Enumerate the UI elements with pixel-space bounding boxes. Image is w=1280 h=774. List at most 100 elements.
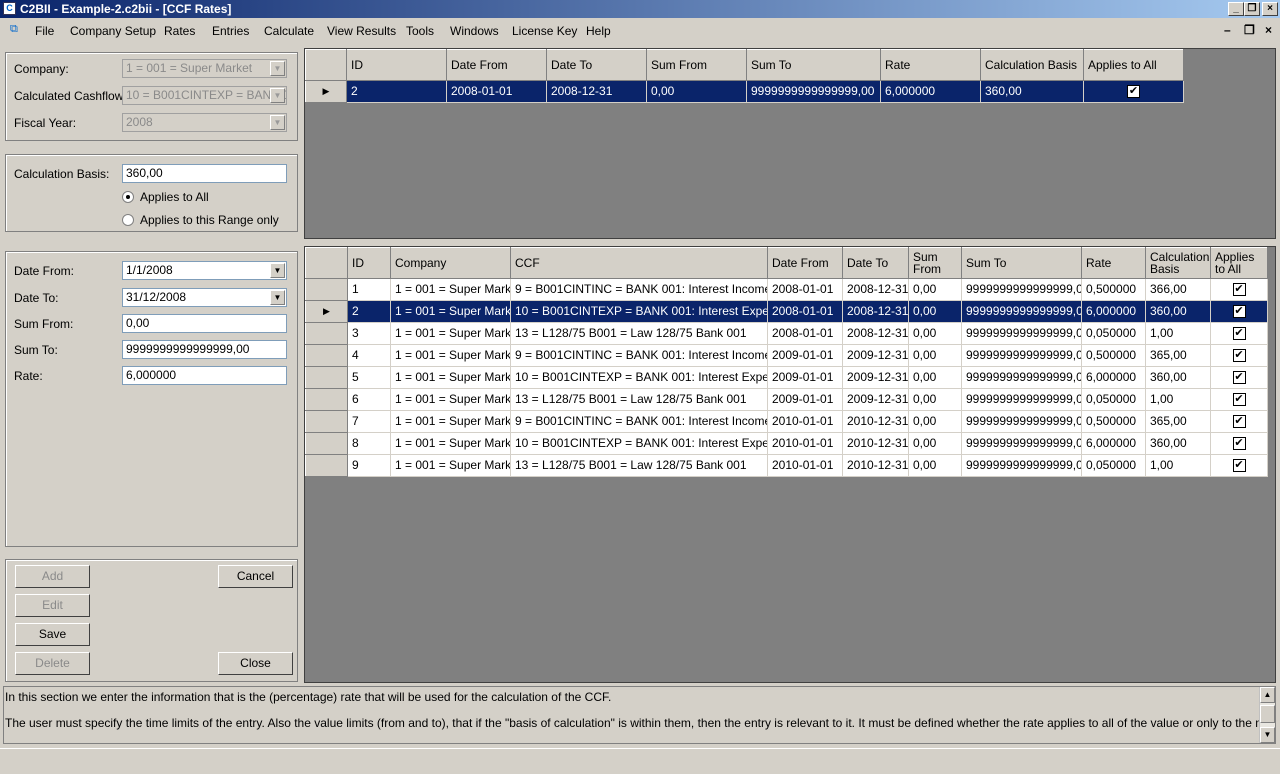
date-to-picker[interactable]: 31/12/2008 ▼ (122, 288, 287, 307)
cell-applies-to-all[interactable]: ✔ (1210, 344, 1268, 367)
cell-calculation-basis[interactable]: 366,00 (1145, 278, 1211, 301)
cell-calculation-basis[interactable]: 360,00 (1145, 366, 1211, 389)
checkbox[interactable]: ✔ (1232, 327, 1246, 341)
table-row[interactable]: 61 = 001 = Super Market 13 = L128/75 B001… (305, 388, 1268, 411)
help-scrollbar[interactable]: ▲ ▼ (1259, 687, 1275, 743)
cell-applies-to-all[interactable]: ✔ (1210, 278, 1268, 301)
row-header[interactable] (305, 344, 348, 367)
checkbox[interactable]: ✔ (1232, 349, 1246, 363)
cell-sum-from[interactable]: 0,00 (908, 300, 962, 323)
cell-date-to[interactable]: 2008-12-31 (546, 80, 647, 103)
mdi-close-icon[interactable]: × (1265, 23, 1272, 37)
table-row[interactable]: 31 = 001 = Super Market 13 = L128/75 B001… (305, 322, 1268, 345)
row-header[interactable] (305, 322, 348, 345)
cashflow-select[interactable]: 10 = B001CINTEXP = BANK 0 ▼ (122, 86, 287, 105)
cell-rate[interactable]: 6,000000 (1081, 300, 1146, 323)
cell-sum-from[interactable]: 0,00 (908, 432, 962, 455)
table-row[interactable]: ▶ 2 2008-01-01 2008-12-31 0,00 999999999… (305, 80, 1184, 103)
cell-rate[interactable]: 0,050000 (1081, 322, 1146, 345)
applies-to-range-label[interactable]: Applies to this Range only (140, 213, 279, 227)
row-header[interactable] (305, 432, 348, 455)
chevron-down-icon[interactable]: ▼ (270, 115, 285, 130)
cell-sum-from[interactable]: 0,00 (908, 322, 962, 345)
menu-rates[interactable]: Rates (164, 24, 195, 38)
cell-sum-from[interactable]: 0,00 (908, 410, 962, 433)
column-header-sum-from[interactable]: Sum From (908, 247, 962, 279)
column-header-date-from[interactable]: Date From (446, 49, 547, 81)
cell-calculation-basis[interactable]: 365,00 (1145, 410, 1211, 433)
cell-sum-from[interactable]: 0,00 (908, 366, 962, 389)
chevron-down-icon[interactable]: ▼ (270, 61, 285, 76)
column-header-date-to[interactable]: Date To (546, 49, 647, 81)
menu-file[interactable]: File (35, 24, 54, 38)
checkbox[interactable]: ✔ (1232, 459, 1246, 473)
column-header-sum-to[interactable]: Sum To (746, 49, 881, 81)
cell-rate[interactable]: 0,500000 (1081, 344, 1146, 367)
minimize-icon[interactable]: _ (1228, 2, 1244, 16)
table-row[interactable]: 71 = 001 = Super Market 9 = B001CINTINC =… (305, 410, 1268, 433)
cell-applies-to-all[interactable]: ✔ (1210, 454, 1268, 477)
cell-applies-to-all[interactable]: ✔ (1210, 410, 1268, 433)
cell-sum-from[interactable]: 0,00 (908, 454, 962, 477)
cell-calculation-basis[interactable]: 1,00 (1145, 322, 1211, 345)
cell-company[interactable]: 1 = 001 = Super Market (390, 454, 511, 477)
cell-id[interactable]: 6 (347, 388, 391, 411)
checkbox[interactable]: ✔ (1232, 393, 1246, 407)
cell-date-to[interactable]: 2008-12-31 (842, 278, 909, 301)
cell-ccf[interactable]: 13 = L128/75 B001 = Law 128/75 Bank 001 (510, 322, 768, 345)
column-header-applies-to-all[interactable]: Applies to All (1083, 49, 1184, 81)
cell-applies-to-all[interactable]: ✔ (1210, 366, 1268, 389)
cell-rate[interactable]: 0,500000 (1081, 410, 1146, 433)
cell-calculation-basis[interactable]: 1,00 (1145, 454, 1211, 477)
cell-id[interactable]: 8 (347, 432, 391, 455)
menu-help[interactable]: Help (586, 24, 611, 38)
menu-calculate[interactable]: Calculate (264, 24, 314, 38)
checkbox[interactable]: ✔ (1232, 437, 1246, 451)
cell-ccf[interactable]: 9 = B001CINTINC = BANK 001: Interest Inc… (510, 344, 768, 367)
cancel-button[interactable]: Cancel (218, 565, 293, 588)
cell-rate[interactable]: 0,500000 (1081, 278, 1146, 301)
column-header-company[interactable]: Company (390, 247, 511, 279)
cell-company[interactable]: 1 = 001 = Super Market (390, 344, 511, 367)
cell-id[interactable]: 1 (347, 278, 391, 301)
menu-license-key[interactable]: License Key (512, 24, 577, 38)
cell-sum-from[interactable]: 0,00 (908, 278, 962, 301)
cell-sum-to[interactable]: 9999999999999999,00 (961, 388, 1082, 411)
checkbox[interactable]: ✔ (1127, 85, 1140, 99)
restore-icon[interactable]: ❐ (1244, 2, 1260, 16)
cell-sum-to[interactable]: 9999999999999999,00 (961, 454, 1082, 477)
cell-applies-to-all[interactable]: ✔ (1210, 432, 1268, 455)
cell-date-from[interactable]: 2010-01-01 (767, 410, 843, 433)
table-row[interactable]: ▶ 2 1 = 001 = Super Market 10 = B001CINTEXP… (305, 300, 1268, 323)
cell-date-from[interactable]: 2008-01-01 (446, 80, 547, 103)
chevron-down-icon[interactable]: ▼ (270, 88, 285, 103)
mdi-restore-icon[interactable]: ❐ (1244, 23, 1255, 37)
cell-rate[interactable]: 0,050000 (1081, 388, 1146, 411)
add-button[interactable]: Add (15, 565, 90, 588)
row-selector-icon[interactable]: ▶ (305, 80, 347, 103)
cell-date-to[interactable]: 2008-12-31 (842, 300, 909, 323)
column-header-id[interactable]: ID (347, 247, 391, 279)
cell-date-to[interactable]: 2010-12-31 (842, 432, 909, 455)
cell-sum-to[interactable]: 9999999999999999,00 (961, 278, 1082, 301)
cell-id[interactable]: 4 (347, 344, 391, 367)
menu-entries[interactable]: Entries (212, 24, 249, 38)
scroll-thumb[interactable] (1260, 705, 1275, 723)
cell-ccf[interactable]: 10 = B001CINTEXP = BANK 001: Interest Ex… (510, 366, 768, 389)
cell-id[interactable]: 5 (347, 366, 391, 389)
cell-ccf[interactable]: 10 = B001CINTEXP = BANK 001: Interest Ex… (510, 300, 768, 323)
cell-ccf[interactable]: 10 = B001CINTEXP = BANK 001: Interest Ex… (510, 432, 768, 455)
mdi-minimize-icon[interactable]: – (1224, 23, 1231, 37)
cell-rate[interactable]: 6,000000 (880, 80, 981, 103)
row-header[interactable] (305, 388, 348, 411)
checkbox[interactable]: ✔ (1232, 305, 1246, 319)
cell-date-from[interactable]: 2008-01-01 (767, 278, 843, 301)
cell-company[interactable]: 1 = 001 = Super Market (390, 322, 511, 345)
cell-rate[interactable]: 6,000000 (1081, 432, 1146, 455)
cell-id[interactable]: 2 (346, 80, 447, 103)
cell-company[interactable]: 1 = 001 = Super Market (390, 410, 511, 433)
row-selector-icon[interactable]: ▶ (305, 300, 348, 323)
cell-calculation-basis[interactable]: 360,00 (980, 80, 1084, 103)
table-row[interactable]: 51 = 001 = Super Market 10 = B001CINTEXP … (305, 366, 1268, 389)
cell-calculation-basis[interactable]: 1,00 (1145, 388, 1211, 411)
